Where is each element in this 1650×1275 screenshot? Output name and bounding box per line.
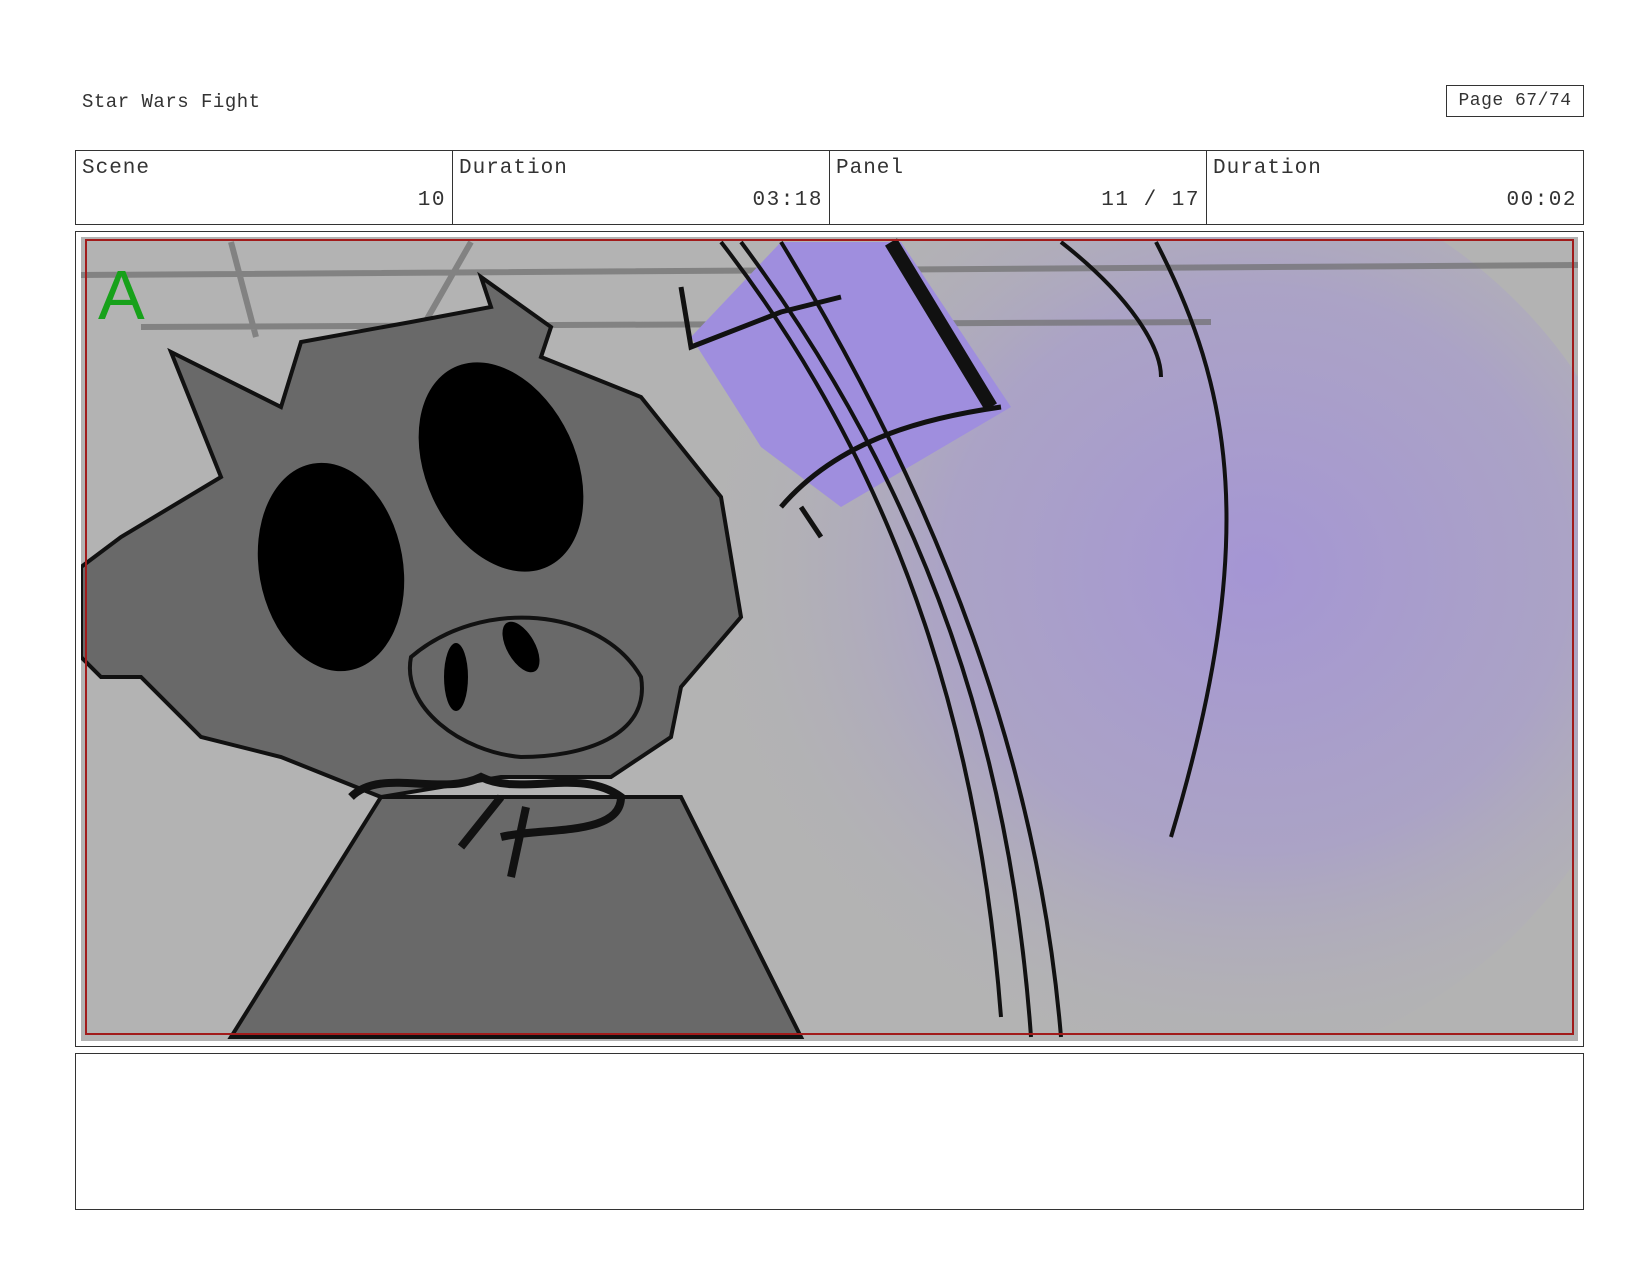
- panel-drawing: [81, 237, 1578, 1041]
- panel-duration-label: Duration: [1213, 157, 1322, 180]
- scene-duration-label: Duration: [459, 157, 568, 180]
- scene-value: 10: [417, 189, 446, 212]
- scene-duration-cell: Duration 03:18: [453, 151, 830, 224]
- page-indicator: Page 67/74: [1446, 85, 1584, 117]
- scene-cell: Scene 10: [76, 151, 453, 224]
- info-row: Scene 10 Duration 03:18 Panel 11 / 17 Du…: [75, 150, 1584, 225]
- panel-letter: A: [98, 256, 145, 334]
- scene-duration-value: 03:18: [752, 189, 823, 212]
- panel-duration-cell: Duration 00:02: [1207, 151, 1583, 224]
- left-nostril: [444, 643, 468, 711]
- panel-duration-value: 00:02: [1506, 189, 1577, 212]
- panel-label: Panel: [836, 157, 905, 180]
- storyboard-panel: A: [75, 231, 1584, 1047]
- document-title: Star Wars Fight: [82, 91, 261, 113]
- notes-box: [75, 1053, 1584, 1210]
- panel-cell: Panel 11 / 17: [830, 151, 1207, 224]
- panel-value: 11 / 17: [1101, 189, 1200, 212]
- scene-label: Scene: [82, 157, 151, 180]
